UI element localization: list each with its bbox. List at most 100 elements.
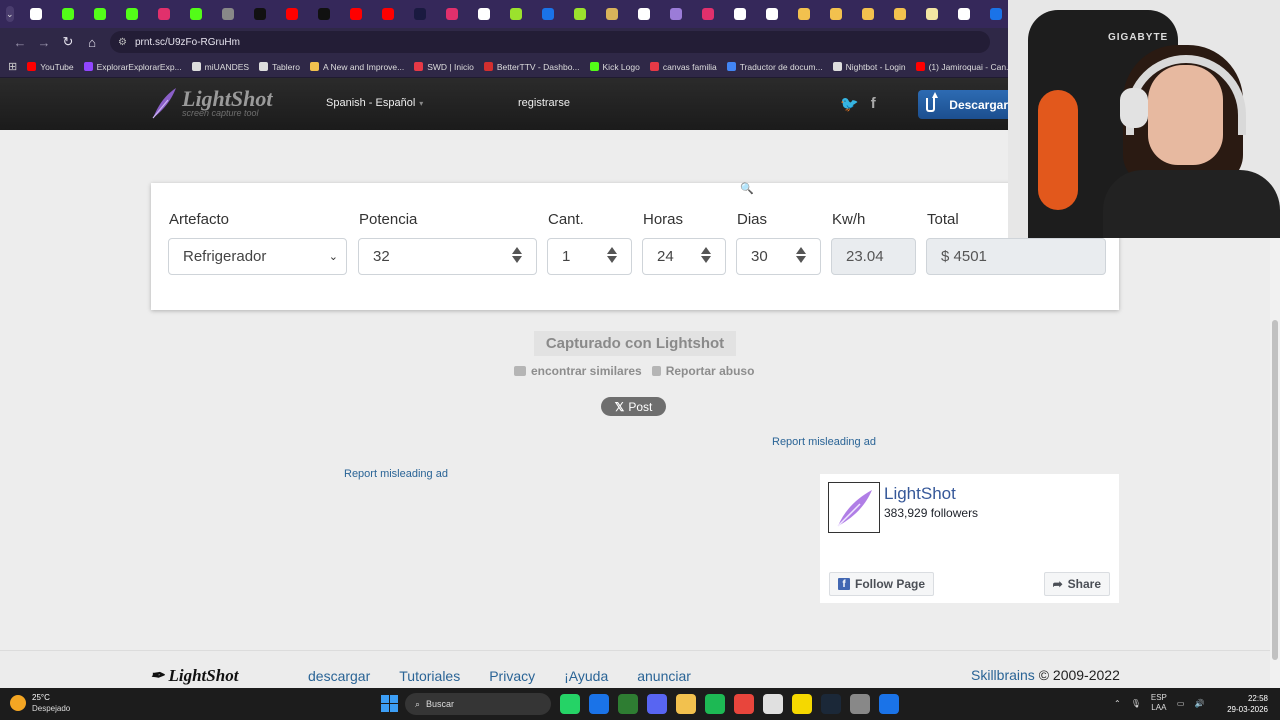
browser-tab[interactable]: [180, 0, 212, 28]
footer-link[interactable]: ¡Ayuda: [564, 668, 608, 684]
browser-tab[interactable]: [372, 0, 404, 28]
bookmark-item[interactable]: ExplorarExplorarExp...: [83, 62, 182, 72]
browser-tab[interactable]: [212, 0, 244, 28]
volume-icon[interactable]: 🔊: [1194, 699, 1204, 708]
browser-tab[interactable]: [724, 0, 756, 28]
input-language[interactable]: ESP LAA: [1151, 693, 1167, 713]
browser-tab[interactable]: [84, 0, 116, 28]
taskbar-app-icon[interactable]: [821, 694, 841, 714]
taskbar-search[interactable]: ⌕ Buscar: [405, 693, 551, 715]
lightshot-logo[interactable]: LightShot screen capture tool: [150, 86, 272, 120]
taskbar-app-icon[interactable]: [792, 694, 812, 714]
artefacto-select[interactable]: Refrigerador ⌄: [168, 238, 347, 275]
tab-search-button[interactable]: ⌄: [6, 6, 14, 22]
browser-tab[interactable]: [660, 0, 692, 28]
spinner-arrows-icon[interactable]: [701, 247, 711, 263]
browser-tab[interactable]: [788, 0, 820, 28]
spinner-arrows-icon[interactable]: [796, 247, 806, 263]
find-similar-link[interactable]: encontrar similares: [514, 364, 642, 378]
browser-tab[interactable]: [116, 0, 148, 28]
bookmark-item[interactable]: Tablero: [259, 62, 300, 72]
browser-tab[interactable]: [52, 0, 84, 28]
taskbar-app-icon[interactable]: [850, 694, 870, 714]
calc-number-input[interactable]: 1: [547, 238, 632, 275]
back-icon[interactable]: ←: [8, 30, 32, 54]
browser-tab[interactable]: [500, 0, 532, 28]
taskbar-app-icon[interactable]: [560, 694, 580, 714]
bookmark-item[interactable]: A New and Improve...: [309, 62, 404, 72]
browser-tab[interactable]: [596, 0, 628, 28]
site-info-icon[interactable]: ⚙: [118, 37, 127, 48]
spinner-arrows-icon[interactable]: [512, 247, 522, 263]
browser-tab[interactable]: [532, 0, 564, 28]
calc-number-input[interactable]: 30: [736, 238, 821, 275]
browser-tab[interactable]: [468, 0, 500, 28]
browser-tab[interactable]: [980, 0, 1012, 28]
twitter-icon[interactable]: 🐦: [840, 95, 859, 113]
footer-link[interactable]: descargar: [308, 668, 370, 684]
browser-tab[interactable]: [276, 0, 308, 28]
lightshot-page-avatar[interactable]: [828, 482, 880, 533]
bookmark-item[interactable]: Kick Logo: [589, 62, 640, 72]
microphone-icon[interactable]: 🎙: [1131, 699, 1141, 708]
bookmark-item[interactable]: BetterTTV - Dashbo...: [483, 62, 580, 72]
bookmark-item[interactable]: SWD | Inicio: [414, 62, 474, 72]
browser-tab[interactable]: [436, 0, 468, 28]
reload-icon[interactable]: ↻: [56, 30, 80, 54]
weather-widget[interactable]: 25°C Despejado: [10, 692, 70, 714]
windows-start-icon[interactable]: [381, 695, 398, 712]
browser-tab[interactable]: [820, 0, 852, 28]
taskbar-app-icon[interactable]: [734, 694, 754, 714]
bookmark-item[interactable]: YouTube: [27, 62, 74, 72]
browser-tab[interactable]: [244, 0, 276, 28]
bookmark-item[interactable]: miUANDES: [191, 62, 249, 72]
share-button[interactable]: ➦ Share: [1043, 572, 1110, 596]
taskbar-app-icon[interactable]: [676, 694, 696, 714]
taskbar-app-icon[interactable]: [618, 694, 638, 714]
apps-grid-icon[interactable]: ⊞: [8, 60, 17, 73]
bookmark-item[interactable]: Traductor de docum...: [726, 62, 823, 72]
browser-tab[interactable]: [916, 0, 948, 28]
browser-tab[interactable]: [948, 0, 980, 28]
bookmark-item[interactable]: canvas familia: [649, 62, 717, 72]
url-bar[interactable]: ⚙ prnt.sc/U9zFo-RGruHm: [110, 31, 990, 53]
browser-tab[interactable]: [20, 0, 52, 28]
footer-link[interactable]: anunciar: [637, 668, 691, 684]
browser-tab[interactable]: [692, 0, 724, 28]
browser-tab[interactable]: [628, 0, 660, 28]
follow-page-button[interactable]: f Follow Page: [829, 572, 935, 596]
report-abuse-link[interactable]: Reportar abuso: [651, 364, 754, 378]
browser-tab[interactable]: [404, 0, 436, 28]
taskbar-clock[interactable]: 22:58 29-03-2026: [1220, 693, 1268, 715]
footer-link[interactable]: Tutoriales: [399, 668, 460, 684]
taskbar-app-icon[interactable]: [705, 694, 725, 714]
browser-tab[interactable]: [852, 0, 884, 28]
skillbrains-link[interactable]: Skillbrains: [971, 667, 1035, 683]
report-misleading-ad-link[interactable]: Report misleading ad: [344, 468, 448, 480]
bookmark-item[interactable]: (1) Jamiroquai - Can...: [915, 62, 1013, 72]
footer-link[interactable]: Privacy: [489, 668, 535, 684]
browser-tab[interactable]: [340, 0, 372, 28]
tray-chevron-icon[interactable]: ⌃: [1114, 699, 1121, 708]
taskbar-app-icon[interactable]: [589, 694, 609, 714]
register-link[interactable]: registrarse: [518, 97, 570, 109]
report-misleading-ad-link[interactable]: Report misleading ad: [772, 436, 876, 448]
bookmark-item[interactable]: Nightbot - Login: [832, 62, 906, 72]
taskbar-app-icon[interactable]: [879, 694, 899, 714]
x-post-button[interactable]: 𝕏 Post: [601, 397, 666, 416]
browser-tab[interactable]: [308, 0, 340, 28]
home-icon[interactable]: ⌂: [80, 30, 104, 54]
download-button[interactable]: Descargar: [918, 90, 1008, 119]
browser-tab[interactable]: [564, 0, 596, 28]
browser-tab[interactable]: [756, 0, 788, 28]
facebook-page-name[interactable]: LightShot: [884, 484, 956, 504]
spinner-arrows-icon[interactable]: [607, 247, 617, 263]
browser-tab[interactable]: [148, 0, 180, 28]
network-icon[interactable]: ▭: [1177, 699, 1185, 708]
taskbar-app-icon[interactable]: [763, 694, 783, 714]
calc-number-input[interactable]: 32: [358, 238, 537, 275]
facebook-icon[interactable]: f: [871, 95, 876, 113]
forward-icon[interactable]: →: [32, 30, 56, 54]
scrollbar-thumb[interactable]: [1272, 320, 1278, 660]
taskbar-app-icon[interactable]: [647, 694, 667, 714]
